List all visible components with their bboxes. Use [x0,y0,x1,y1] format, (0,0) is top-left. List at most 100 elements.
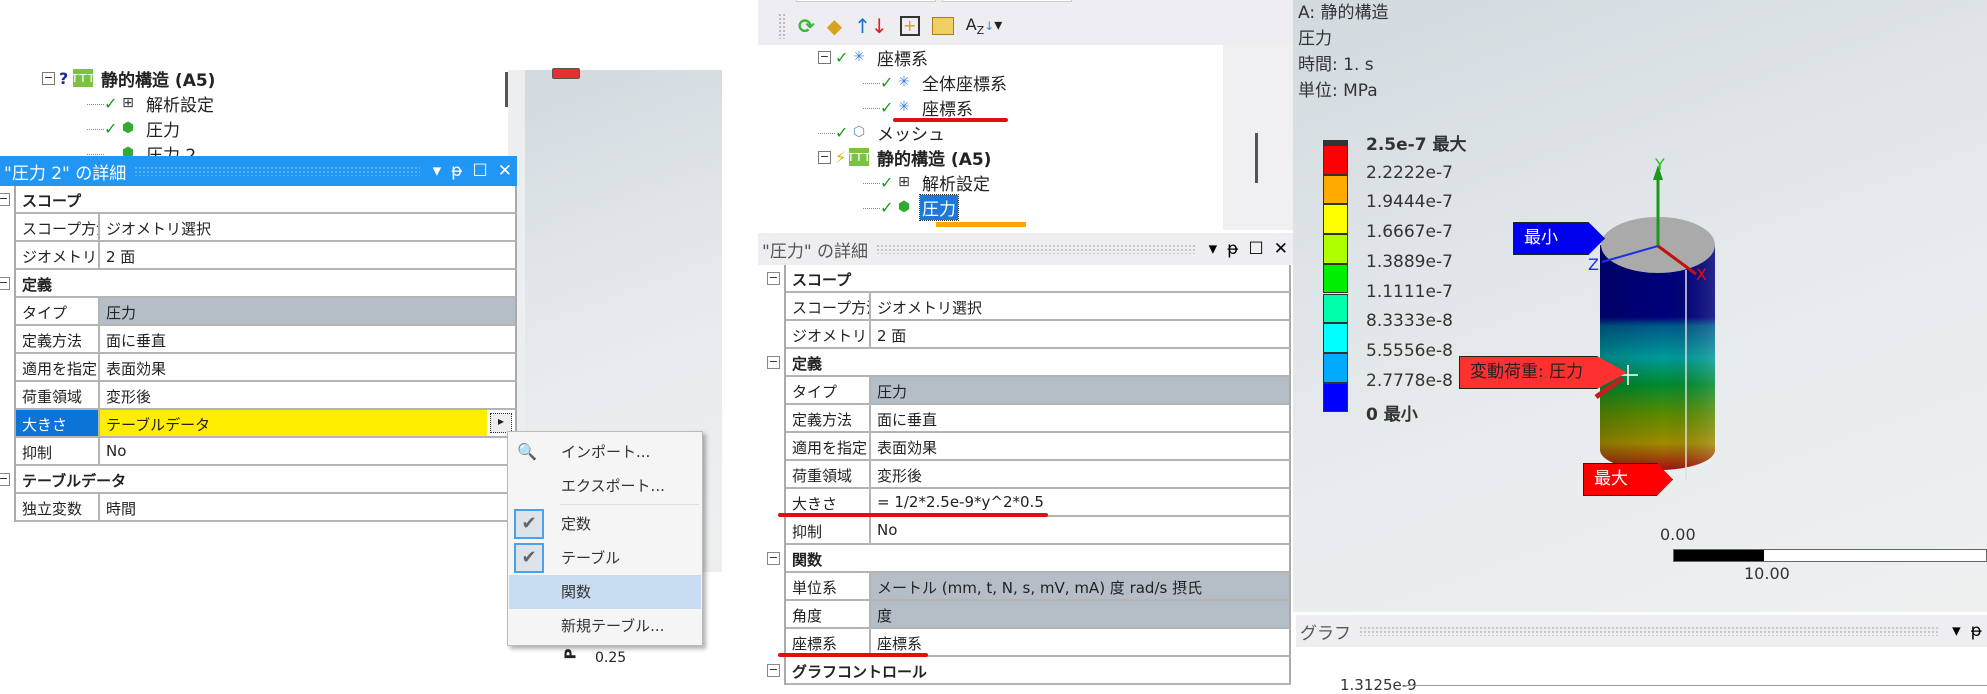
pin-icon[interactable]: ᵽ [451,161,462,181]
coordinate-system-icon: ✳ [853,49,865,65]
grid-row[interactable]: 大きさ テーブルデータ ▸ [16,410,517,438]
property-value[interactable]: 変形後 [100,382,515,408]
grid-row[interactable]: 適用を指定 表面効果 [786,433,1291,461]
collapse-icon[interactable]: − [818,150,831,164]
collapse-icon[interactable]: − [0,277,10,290]
tree-item[interactable]: ✓ ⊞ 解析設定 [87,91,216,116]
middle-search-box-2[interactable] [942,0,1072,2]
collapse-icon[interactable]: − [0,473,10,486]
property-value[interactable]: 面に垂直 [871,405,1289,431]
grid-row[interactable]: タイプ 圧力 [16,298,517,326]
collapse-icon[interactable]: − [0,193,10,206]
property-value[interactable]: テーブルデータ [100,410,487,436]
maximize-icon[interactable]: ☐ [473,161,488,181]
grid-row[interactable]: 荷重領域 変形後 [786,461,1291,489]
menu-item[interactable]: エクスポート... [509,469,701,503]
grid-row[interactable]: スコープ方法ジオメトリ選択 [786,293,1291,321]
collapse-icon[interactable]: − [42,71,55,85]
collapse-icon[interactable]: − [767,664,780,677]
menu-item[interactable]: 関数 [509,575,701,609]
collapse-icon[interactable]: − [818,50,831,64]
eraser-icon[interactable]: ◆ [827,14,842,38]
dropdown-icon[interactable]: ▾ [1952,621,1961,641]
flyout-button[interactable]: ▸ [490,413,512,433]
property-value[interactable]: 表面効果 [100,354,515,380]
cylinder[interactable] [1600,217,1715,480]
tree-item[interactable]: ✓ ⬡ メッシュ [818,120,947,145]
pin-icon[interactable]: ᵽ [1971,621,1982,641]
dropdown-icon[interactable]: ▾ [1209,239,1218,259]
sort-az-icon[interactable]: AZ↓▾ [966,15,1003,37]
grid-section[interactable]: − スコープ [0,186,517,214]
grid-row[interactable]: 抑制 No [786,517,1291,545]
tree-item[interactable]: ✓ ⊞ 解析設定 [863,170,992,195]
property-value[interactable]: 2 面 [100,242,515,268]
result-info-line: 時間: 1. s [1298,55,1374,75]
refresh-icon[interactable]: ⟳ [798,14,815,38]
min-tag[interactable]: 最小 [1513,222,1605,255]
tree-item-label: 静的構造 (A5) [877,149,992,170]
property-value[interactable]: 2 面 [871,321,1289,347]
grid-row[interactable]: 荷重領域 変形後 [16,382,517,410]
grid-section[interactable]: − 定義 [0,270,517,298]
max-tag[interactable]: 最大 [1583,463,1673,496]
property-value[interactable]: No [871,517,1289,543]
property-value[interactable]: No [100,438,515,464]
menu-item[interactable]: 新規テーブル... [509,609,701,643]
grid-row[interactable]: 単位系 メートル (mm, t, N, s, mV, mA) 度 rad/s 摂氏 [786,573,1291,601]
property-value[interactable]: = 1/2*2.5e-9*y^2*0.5 [871,489,1289,515]
grid-section[interactable]: − スコープ [767,265,1291,293]
property-value[interactable]: 面に垂直 [100,326,515,352]
property-value[interactable]: 座標系 [871,629,1289,655]
grid-section[interactable]: − 定義 [767,349,1291,377]
grid-row[interactable]: ジオメトリ 2 面 [16,242,517,270]
property-value[interactable]: 度 [871,601,1289,627]
grid-section[interactable]: − グラフコントロール [767,657,1291,685]
menu-item[interactable]: 🔍 インポート... [509,435,701,469]
collapse-icon[interactable]: − [767,552,780,565]
middle-tree-scrollbar[interactable] [1255,133,1258,183]
close-icon[interactable]: ✕ [1274,239,1288,259]
tree-connector [863,182,880,184]
collapse-icon[interactable]: − [767,272,780,285]
grid-row[interactable]: スコープ方法ジオメトリ選択 [16,214,517,242]
grid-row[interactable]: 角度度 [786,601,1291,629]
grid-row[interactable]: 定義方法 面に垂直 [786,405,1291,433]
load-tag[interactable]: 変動荷重: 圧力 [1459,356,1627,389]
middle-search-box[interactable] [796,0,936,2]
menu-item[interactable]: ✔ テーブル [509,541,701,575]
sort-arrows-icon[interactable]: ↑↓ [854,14,888,38]
property-value[interactable]: ジオメトリ選択 [100,214,515,240]
tree-item[interactable]: − ⚡ ᴛᴛᴛ 静的構造 (A5) [818,145,993,170]
tree-item[interactable]: ✓ ✳ 全体座標系 [863,70,1009,95]
menu-item[interactable]: ✔ 定数 [509,507,701,541]
grid-row[interactable]: 定義方法 面に垂直 [16,326,517,354]
close-icon[interactable]: ✕ [498,161,512,181]
tree-item[interactable]: ✓ ⬢ 圧力 [863,193,959,221]
pin-icon[interactable]: ᵽ [1227,239,1238,259]
collapse-icon[interactable]: − [767,356,780,369]
tree-connector [863,82,880,84]
maximize-icon[interactable]: ☐ [1249,239,1264,259]
grid-row[interactable]: ジオメトリ 2 面 [786,321,1291,349]
property-value[interactable]: 変形後 [871,461,1289,487]
property-value[interactable]: 圧力 [100,298,515,324]
tree-item[interactable]: − ✓ ✳ 座標系 [818,45,930,70]
add-box-icon[interactable]: + [899,16,920,36]
grid-row[interactable]: 抑制 No [16,438,517,466]
property-value[interactable]: 時間 [100,494,515,520]
grid-section[interactable]: − テーブルデータ [0,466,517,494]
tree-item[interactable]: ✓ ⬢ 圧力 [87,116,182,141]
property-value[interactable]: 表面効果 [871,433,1289,459]
grid-row[interactable]: 適用を指定 表面効果 [16,354,517,382]
tree-item[interactable]: −? ᴛᴛᴛ 静的構造 (A5) [42,66,217,91]
property-value[interactable]: ジオメトリ選択 [871,293,1289,319]
grid-section[interactable]: − 関数 [767,545,1291,573]
tree-item[interactable]: ✓ ✳ 座標系 [863,95,975,120]
folder-link-icon[interactable] [931,17,954,35]
grid-row[interactable]: 独立変数 時間 [16,494,517,522]
dropdown-icon[interactable]: ▾ [433,161,442,181]
grid-row[interactable]: タイプ 圧力 [786,377,1291,405]
property-value[interactable]: 圧力 [871,377,1289,403]
property-value[interactable]: メートル (mm, t, N, s, mV, mA) 度 rad/s 摂氏 [871,573,1289,599]
